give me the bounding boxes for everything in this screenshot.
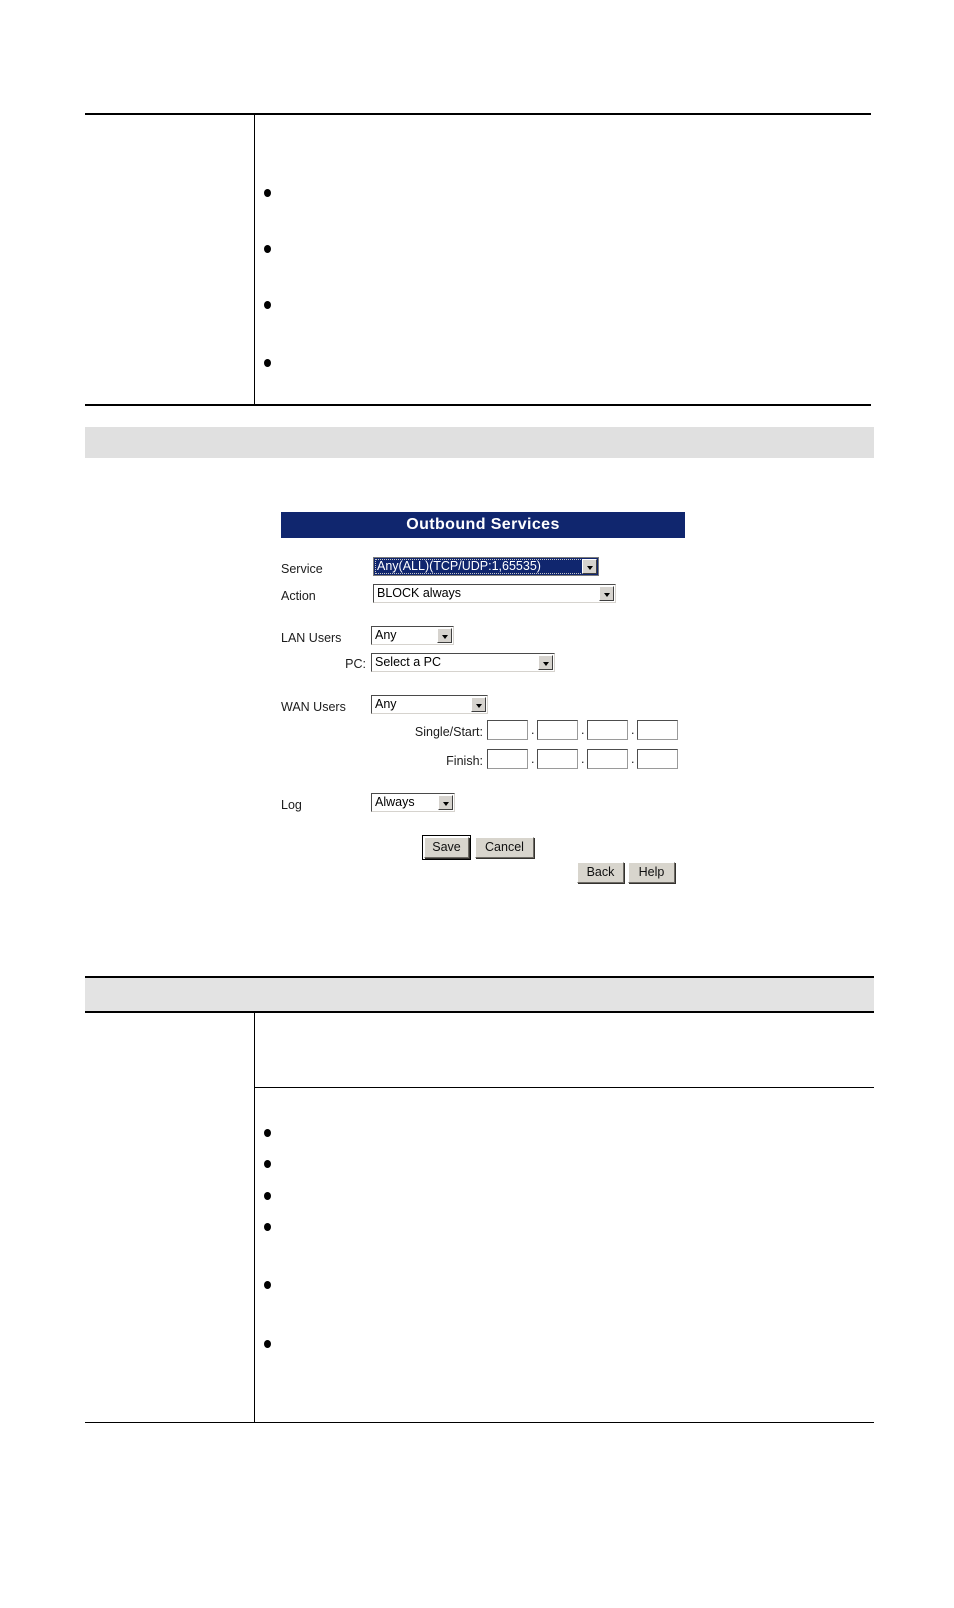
single-start-label: Single/Start: <box>414 725 483 739</box>
list-item <box>256 1156 873 1172</box>
finish-octet-3[interactable] <box>587 749 628 769</box>
section-heading-band <box>85 427 874 458</box>
wan-users-select[interactable]: Any <box>371 695 488 714</box>
bottom-table-header-band <box>85 976 874 1013</box>
single-start-octet-3[interactable] <box>587 720 628 740</box>
action-select-value: BLOCK always <box>377 586 462 600</box>
chevron-down-icon[interactable] <box>471 697 486 712</box>
top-table-left-cell <box>85 113 255 406</box>
wan-users-label: WAN Users <box>281 700 346 714</box>
list-item <box>256 1219 873 1235</box>
log-label: Log <box>281 798 302 812</box>
help-button[interactable]: Help <box>628 862 675 883</box>
list-item <box>256 354 870 372</box>
table-row <box>85 976 874 1013</box>
bottom-intro-right-cell <box>254 1012 874 1088</box>
log-select-value: Always <box>375 795 415 809</box>
pc-select-value: Select a PC <box>375 655 442 669</box>
cancel-button[interactable]: Cancel <box>475 837 534 858</box>
chevron-down-icon[interactable] <box>538 655 553 670</box>
table-row <box>85 1087 874 1423</box>
outbound-services-panel: Outbound Services Service Any(ALL)(TCP/U… <box>275 512 695 897</box>
chevron-down-icon[interactable] <box>437 628 452 643</box>
octet-separator: . <box>631 723 635 737</box>
pc-label: PC: <box>345 657 366 671</box>
octet-separator: . <box>631 752 635 766</box>
top-bullet-list <box>256 184 870 372</box>
bottom-reference-table <box>85 976 874 1423</box>
bottom-intro-left-cell <box>85 1012 255 1087</box>
octet-separator: . <box>531 723 535 737</box>
bottom-list-left-cell <box>85 1087 255 1423</box>
list-item <box>256 1125 873 1141</box>
page-title: Outbound Services <box>281 512 685 538</box>
lan-users-select-value: Any <box>375 628 397 642</box>
list-item <box>256 1188 873 1204</box>
single-start-octet-2[interactable] <box>537 720 578 740</box>
top-table-right-cell <box>254 113 871 406</box>
octet-separator: . <box>531 752 535 766</box>
bottom-list-right-cell <box>254 1087 874 1423</box>
finish-label: Finish: <box>446 754 483 768</box>
finish-octet-4[interactable] <box>637 749 678 769</box>
lan-users-label: LAN Users <box>281 631 342 645</box>
chevron-down-icon[interactable] <box>582 559 597 574</box>
lan-users-select[interactable]: Any <box>371 626 454 645</box>
finish-octet-1[interactable] <box>487 749 528 769</box>
log-select[interactable]: Always <box>371 793 455 812</box>
top-reference-table <box>85 113 871 406</box>
table-row <box>85 113 871 406</box>
service-select[interactable]: Any(ALL)(TCP/UDP:1,65535) <box>373 557 599 576</box>
list-item <box>256 240 870 258</box>
service-label: Service <box>281 562 323 576</box>
back-button[interactable]: Back <box>577 862 624 883</box>
single-start-octet-4[interactable] <box>637 720 678 740</box>
pc-select[interactable]: Select a PC <box>371 653 555 672</box>
action-label: Action <box>281 589 316 603</box>
octet-separator: . <box>581 752 585 766</box>
service-select-value: Any(ALL)(TCP/UDP:1,65535) <box>377 559 541 573</box>
chevron-down-icon[interactable] <box>599 586 614 601</box>
list-item <box>256 1336 873 1352</box>
finish-octet-2[interactable] <box>537 749 578 769</box>
bottom-bullet-list <box>256 1125 873 1352</box>
action-select[interactable]: BLOCK always <box>373 584 616 603</box>
octet-separator: . <box>581 723 585 737</box>
wan-users-select-value: Any <box>375 697 397 711</box>
list-item <box>256 1277 873 1293</box>
list-item <box>256 184 870 202</box>
chevron-down-icon[interactable] <box>438 795 453 810</box>
single-start-octet-1[interactable] <box>487 720 528 740</box>
list-item <box>256 296 870 314</box>
save-button[interactable]: Save <box>422 835 471 860</box>
table-row <box>85 1012 874 1088</box>
